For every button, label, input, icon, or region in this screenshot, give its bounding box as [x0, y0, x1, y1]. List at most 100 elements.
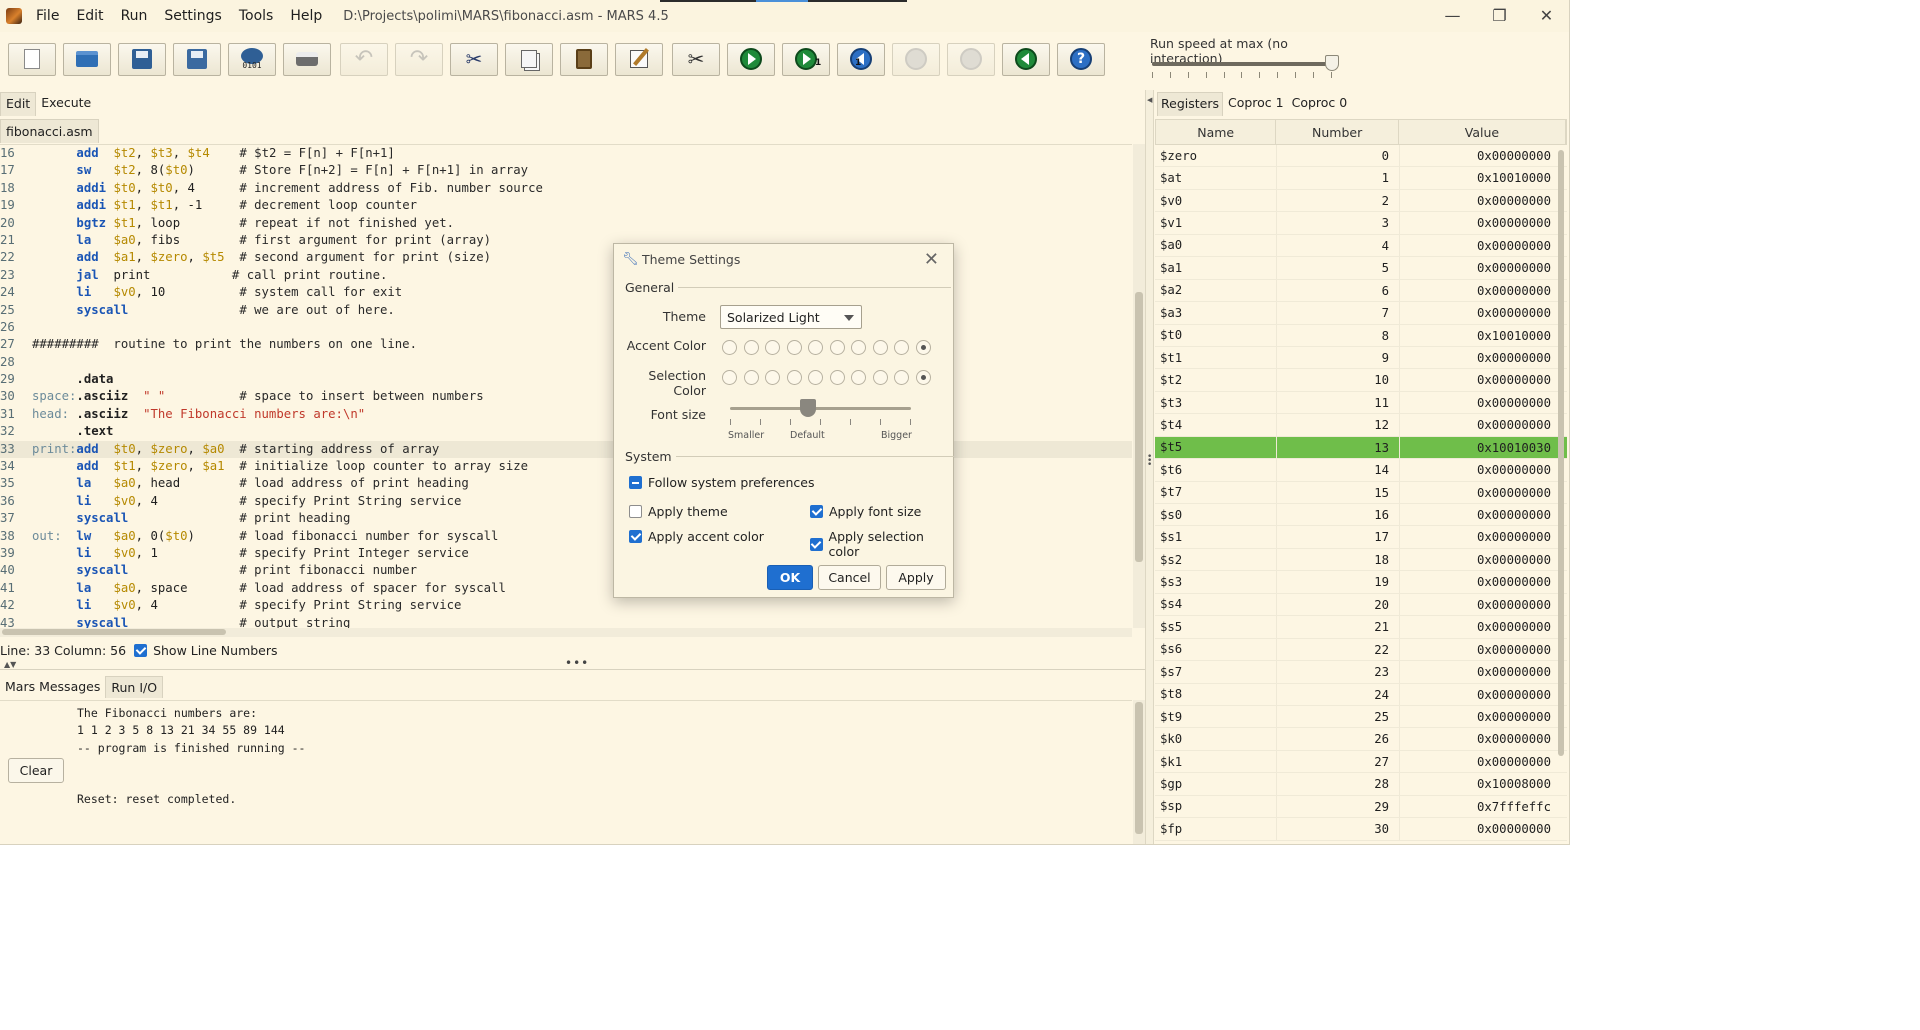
register-row[interactable]: $t8 24 0x00000000	[1155, 683, 1567, 706]
register-row[interactable]: $k1 27 0x00000000	[1155, 750, 1567, 774]
run-button[interactable]	[727, 42, 775, 76]
code-line[interactable]: 41 la $a0, space # load address of space…	[0, 580, 1132, 597]
register-row[interactable]: $t7 15 0x00000000	[1155, 481, 1567, 504]
selection-color-swatch[interactable]	[808, 370, 823, 385]
apply-accent-checkbox[interactable]	[629, 530, 642, 543]
code-line[interactable]: 25 syscall # we are out of here.	[0, 302, 1132, 319]
file-tab[interactable]: fibonacci.asm	[0, 119, 99, 143]
accent-color-swatch[interactable]	[786, 340, 802, 355]
register-value[interactable]: 0x00000000	[1399, 750, 1567, 773]
code-line[interactable]: 42 li $v0, 4 # specify Print String serv…	[0, 597, 1132, 614]
register-value[interactable]: 0x7fffeffc	[1399, 795, 1567, 818]
column-header-number[interactable]: Number	[1276, 120, 1399, 144]
tab-edit[interactable]: Edit	[0, 92, 37, 116]
register-row[interactable]: $v0 2 0x00000000	[1155, 189, 1567, 213]
register-value[interactable]: 0x10010030	[1399, 436, 1567, 459]
menu-edit[interactable]: Edit	[76, 8, 103, 24]
follow-system-checkbox[interactable]	[629, 476, 642, 489]
cancel-button[interactable]: Cancel	[818, 565, 881, 590]
accent-color-swatch[interactable]	[829, 340, 845, 355]
ok-button[interactable]: OK	[767, 565, 813, 590]
selection-color-swatch[interactable]	[743, 370, 759, 385]
register-value[interactable]: 0x00000000	[1399, 234, 1567, 257]
register-row[interactable]: $a1 5 0x00000000	[1155, 257, 1567, 280]
register-row[interactable]: $sp 29 0x7fffeffc	[1155, 795, 1567, 819]
code-line[interactable]: 24 li $v0, 10 # system call for exit	[0, 284, 1132, 301]
find-replace-button[interactable]	[615, 42, 663, 76]
register-row[interactable]: $t6 14 0x00000000	[1155, 459, 1567, 482]
redo-button[interactable]: ↷	[395, 42, 443, 76]
follow-system-option[interactable]: Follow system preferences	[629, 475, 814, 490]
register-row[interactable]: $s2 18 0x00000000	[1155, 548, 1567, 572]
apply-selection-option[interactable]: Apply selection color	[810, 529, 953, 559]
register-row[interactable]: $gp 28 0x10008000	[1155, 773, 1567, 796]
show-line-numbers-checkbox[interactable]	[134, 643, 148, 657]
register-row[interactable]: $a3 7 0x00000000	[1155, 302, 1567, 325]
register-value[interactable]: 0x00000000	[1399, 302, 1567, 324]
accent-color-swatch[interactable]	[808, 340, 823, 355]
vertical-splitter[interactable]: ◀ • • •	[1145, 90, 1154, 844]
register-row[interactable]: $fp 30 0x00000000	[1155, 818, 1567, 841]
apply-button[interactable]: Apply	[886, 565, 946, 590]
code-line[interactable]: 20 bgtz $t1, loop # repeat if not finish…	[0, 215, 1132, 232]
maximize-icon[interactable]: ❐	[1476, 0, 1523, 30]
tab-mars-messages[interactable]: Mars Messages	[0, 676, 105, 698]
reset-button[interactable]	[1002, 42, 1050, 76]
code-line[interactable]: 38 out: lw $a0, 0($t0) # load fibonacci n…	[0, 528, 1132, 545]
stop-button[interactable]	[947, 42, 995, 76]
register-value[interactable]: 0x10008000	[1399, 773, 1567, 795]
register-value[interactable]: 0x00000000	[1399, 189, 1567, 212]
code-line[interactable]: 43 syscall # output string	[0, 615, 1132, 628]
font-size-thumb[interactable]	[799, 399, 816, 417]
code-line[interactable]: 22 add $a1, $zero, $t5 # second argument…	[0, 249, 1132, 266]
run-speed-slider[interactable]	[1152, 62, 1332, 66]
register-row[interactable]: $s7 23 0x00000000	[1155, 661, 1567, 684]
selection-color-swatch[interactable]	[872, 370, 888, 385]
tab-run-io[interactable]: Run I/O	[105, 676, 164, 698]
accent-color-swatch[interactable]	[894, 340, 909, 355]
code-line[interactable]: 27 ######### routine to print the numbers…	[0, 336, 1132, 353]
register-value[interactable]: 0x10010000	[1399, 167, 1567, 189]
register-row[interactable]: $s6 22 0x00000000	[1155, 638, 1567, 662]
code-line[interactable]: 31 head: .asciiz "The Fibonacci numbers a…	[0, 406, 1132, 423]
register-row[interactable]: $t9 25 0x00000000	[1155, 705, 1567, 729]
code-line[interactable]: 23 jal print # call print routine.	[0, 267, 1132, 284]
register-value[interactable]: 0x00000000	[1399, 346, 1567, 369]
tab-registers[interactable]: Registers	[1157, 92, 1223, 116]
run-io-console[interactable]: The Fibonacci numbers are: 1 1 2 3 5 8 1…	[0, 700, 1132, 844]
cut-button[interactable]: ✂	[450, 42, 498, 76]
register-value[interactable]: 0x00000000	[1399, 705, 1567, 728]
register-value[interactable]: 0x00000000	[1399, 683, 1567, 705]
register-value[interactable]: 0x00000000	[1399, 638, 1567, 661]
register-row[interactable]: $s5 21 0x00000000	[1155, 616, 1567, 639]
code-line[interactable]: 17 sw $t2, 8($t0) # Store F[n+2] = F[n] …	[0, 162, 1132, 179]
paste-button[interactable]	[560, 42, 608, 76]
code-line[interactable]: 19 addi $t1, $t1, -1 # decrement loop co…	[0, 197, 1132, 214]
menu-file[interactable]: File	[36, 8, 59, 24]
register-value[interactable]: 0x00000000	[1399, 145, 1567, 167]
clear-button[interactable]: Clear	[8, 758, 64, 783]
register-value[interactable]: 0x00000000	[1399, 369, 1567, 391]
code-line[interactable]: 33 print:add $t0, $zero, $a0 # starting a…	[0, 440, 1132, 459]
font-size-slider[interactable]	[730, 407, 911, 410]
menu-settings[interactable]: Settings	[164, 8, 221, 24]
selection-color-swatch[interactable]	[894, 370, 909, 385]
register-row[interactable]: $k0 26 0x00000000	[1155, 728, 1567, 751]
column-header-name[interactable]: Name	[1156, 120, 1277, 144]
code-editor[interactable]: 16 add $t2, $t3, $t4 # $t2 = F[n] + F[n+…	[0, 144, 1132, 628]
register-row[interactable]: $s3 19 0x00000000	[1155, 571, 1567, 594]
register-value[interactable]: 0x00000000	[1399, 257, 1567, 279]
help-button[interactable]: ?	[1057, 42, 1105, 76]
register-value[interactable]: 0x00000000	[1399, 504, 1567, 526]
register-value[interactable]: 0x00000000	[1399, 212, 1567, 234]
menu-run[interactable]: Run	[121, 8, 148, 24]
register-row[interactable]: $t1 9 0x00000000	[1155, 346, 1567, 370]
register-value[interactable]: 0x00000000	[1399, 459, 1567, 481]
selection-color-swatch[interactable]	[786, 370, 802, 385]
assemble-button[interactable]: ✂	[672, 42, 720, 76]
new-file-button[interactable]	[8, 42, 56, 76]
code-line[interactable]: 35 la $a0, head # load address of print …	[0, 475, 1132, 492]
code-line[interactable]: 26	[0, 319, 1132, 336]
code-line[interactable]: 21 la $a0, fibs # first argument for pri…	[0, 232, 1132, 249]
selection-color-swatch[interactable]	[915, 370, 931, 385]
